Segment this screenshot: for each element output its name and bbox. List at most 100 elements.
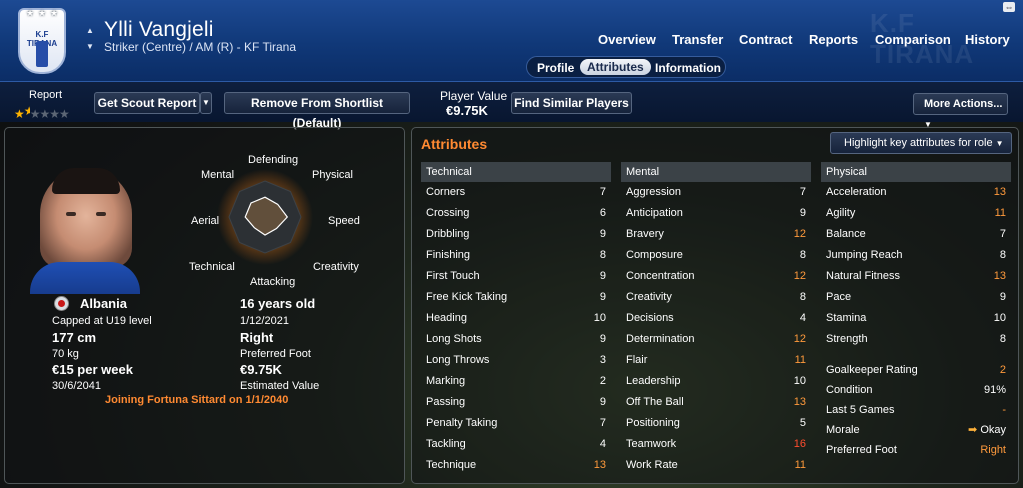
technical-attribute-row[interactable]: Finishing 8 — [421, 245, 611, 266]
attribute-name: First Touch — [426, 270, 480, 282]
window-options-icon[interactable]: ⇔ — [1003, 2, 1015, 12]
status-value: - — [1002, 404, 1006, 416]
attribute-value: 9 — [599, 228, 606, 240]
mental-attribute-row[interactable]: Off The Ball 13 — [621, 392, 811, 413]
subtab-information[interactable]: Information — [655, 61, 721, 75]
status-row[interactable]: Morale ➡ Okay — [821, 420, 1011, 441]
technical-attribute-row[interactable]: Tackling 4 — [421, 434, 611, 455]
technical-attribute-row[interactable]: First Touch 9 — [421, 266, 611, 287]
player-value-label: Player Value — [440, 89, 508, 103]
attribute-name: Long Shots — [426, 333, 482, 345]
technical-attribute-row[interactable]: Corners 7 — [421, 182, 611, 203]
attribute-value: 9 — [599, 333, 606, 345]
subtab-profile[interactable]: Profile — [537, 61, 574, 75]
find-similar-players-button[interactable]: Find Similar Players — [511, 92, 632, 114]
attribute-name: Work Rate — [626, 459, 678, 471]
mental-attribute-row[interactable]: Aggression 7 — [621, 182, 811, 203]
technical-attribute-row[interactable]: Long Shots 9 — [421, 329, 611, 350]
get-scout-report-button[interactable]: Get Scout Report — [94, 92, 200, 114]
physical-attribute-row[interactable]: Pace 9 — [821, 287, 1011, 308]
mental-attribute-row[interactable]: Positioning 5 — [621, 413, 811, 434]
attribute-value: 8 — [799, 291, 806, 303]
attribute-value: 9 — [799, 207, 806, 219]
highlight-key-attributes-button[interactable]: Highlight key attributes for role ▼ — [830, 132, 1012, 154]
attribute-value: 7 — [599, 417, 606, 429]
physical-attribute-row[interactable]: Natural Fitness 13 — [821, 266, 1011, 287]
attribute-name: Jumping Reach — [826, 249, 903, 261]
mental-attribute-row[interactable]: Concentration 12 — [621, 266, 811, 287]
attribute-value: 10 — [993, 312, 1006, 324]
mental-attribute-row[interactable]: Flair 11 — [621, 350, 811, 371]
player-subtitle: Striker (Centre) / AM (R) - KF Tirana — [104, 40, 297, 54]
physical-attribute-row[interactable]: Balance 7 — [821, 224, 1011, 245]
app-root: { "player":{"name":"Ylli Vangjeli","subt… — [0, 0, 1023, 488]
physical-attribute-row[interactable]: Agility 11 — [821, 203, 1011, 224]
next-player-icon[interactable]: ▼ — [86, 42, 94, 51]
technical-attribute-row[interactable]: Long Throws 3 — [421, 350, 611, 371]
technical-attribute-row[interactable]: Dribbling 9 — [421, 224, 611, 245]
technical-attribute-row[interactable]: Crossing 6 — [421, 203, 611, 224]
mental-attribute-row[interactable]: Composure 8 — [621, 245, 811, 266]
attribute-name: Technique — [426, 459, 477, 471]
radar-label-speed: Speed — [328, 215, 360, 227]
mental-attribute-row[interactable]: Determination 12 — [621, 329, 811, 350]
physical-attribute-row[interactable]: Jumping Reach 8 — [821, 245, 1011, 266]
preferred-foot-label: Preferred Foot — [240, 348, 311, 360]
technical-attribute-row[interactable]: Penalty Taking 7 — [421, 413, 611, 434]
transfer-note[interactable]: Joining Fortuna Sittard on 1/1/2040 — [105, 394, 288, 406]
preferred-foot: Right — [240, 330, 274, 345]
status-name: Last 5 Games — [826, 404, 895, 416]
mental-attribute-row[interactable]: Bravery 12 — [621, 224, 811, 245]
nation-flag-icon — [54, 296, 69, 311]
more-actions-button[interactable]: More Actions... ▼ — [913, 93, 1008, 129]
tab-reports[interactable]: Reports — [809, 32, 858, 47]
subtab-attributes[interactable]: Attributes — [580, 59, 651, 75]
technical-attribute-row[interactable]: Technique 13 — [421, 455, 611, 476]
mental-attribute-row[interactable]: Work Rate 11 — [621, 455, 811, 476]
remove-shortlist-button[interactable]: Remove From Shortlist (Default) — [224, 92, 410, 130]
attribute-value: 13 — [993, 270, 1006, 282]
technical-attribute-row[interactable]: Marking 2 — [421, 371, 611, 392]
status-row[interactable]: Condition 91% — [821, 380, 1011, 401]
technical-attribute-row[interactable]: Heading 10 — [421, 308, 611, 329]
player-name: Ylli Vangjeli — [104, 18, 214, 41]
scout-dropdown-chevron-icon[interactable]: ▼ — [200, 92, 212, 114]
status-row[interactable]: Last 5 Games - — [821, 400, 1011, 421]
mental-attribute-row[interactable]: Anticipation 9 — [621, 203, 811, 224]
mental-attribute-row[interactable]: Decisions 4 — [621, 308, 811, 329]
attribute-name: Pace — [826, 291, 852, 303]
tab-contract[interactable]: Contract — [739, 32, 792, 47]
status-name: Morale — [826, 424, 860, 436]
international-caps: Capped at U19 level — [52, 315, 152, 327]
attribute-name: Heading — [426, 312, 467, 324]
prev-player-icon[interactable]: ▲ — [86, 26, 94, 35]
attribute-value: 8 — [999, 333, 1006, 345]
attribute-name: Stamina — [826, 312, 867, 324]
status-row[interactable]: Preferred Foot Right — [821, 440, 1011, 461]
mental-attribute-row[interactable]: Teamwork 16 — [621, 434, 811, 455]
tab-overview[interactable]: Overview — [598, 32, 656, 47]
technical-attribute-row[interactable]: Passing 9 — [421, 392, 611, 413]
attribute-value: 7 — [999, 228, 1006, 240]
technical-header: Technical — [421, 162, 611, 182]
attribute-value: 10 — [593, 312, 606, 324]
technical-attribute-row[interactable]: Free Kick Taking 9 — [421, 287, 611, 308]
wage: €15 per week — [52, 362, 133, 377]
attribute-name: Creativity — [626, 291, 672, 303]
physical-attribute-row[interactable]: Acceleration 13 — [821, 182, 1011, 203]
mental-attribute-row[interactable]: Leadership 10 — [621, 371, 811, 392]
mental-attribute-row[interactable]: Creativity 8 — [621, 287, 811, 308]
attribute-value: 16 — [793, 438, 806, 450]
tab-transfer[interactable]: Transfer — [672, 32, 723, 47]
tab-history[interactable]: History — [965, 32, 1010, 47]
attribute-value: 8 — [799, 249, 806, 261]
tab-comparison[interactable]: Comparison — [875, 32, 951, 47]
physical-attribute-row[interactable]: Stamina 10 — [821, 308, 1011, 329]
physical-attribute-row[interactable]: Strength 8 — [821, 329, 1011, 350]
attribute-name: Leadership — [626, 375, 681, 387]
attribute-name: Free Kick Taking — [426, 291, 508, 303]
status-row[interactable]: Goalkeeper Rating 2 — [821, 360, 1011, 381]
attribute-name: Natural Fitness — [826, 270, 900, 282]
attribute-value: 11 — [794, 354, 806, 366]
attribute-name: Tackling — [426, 438, 466, 450]
